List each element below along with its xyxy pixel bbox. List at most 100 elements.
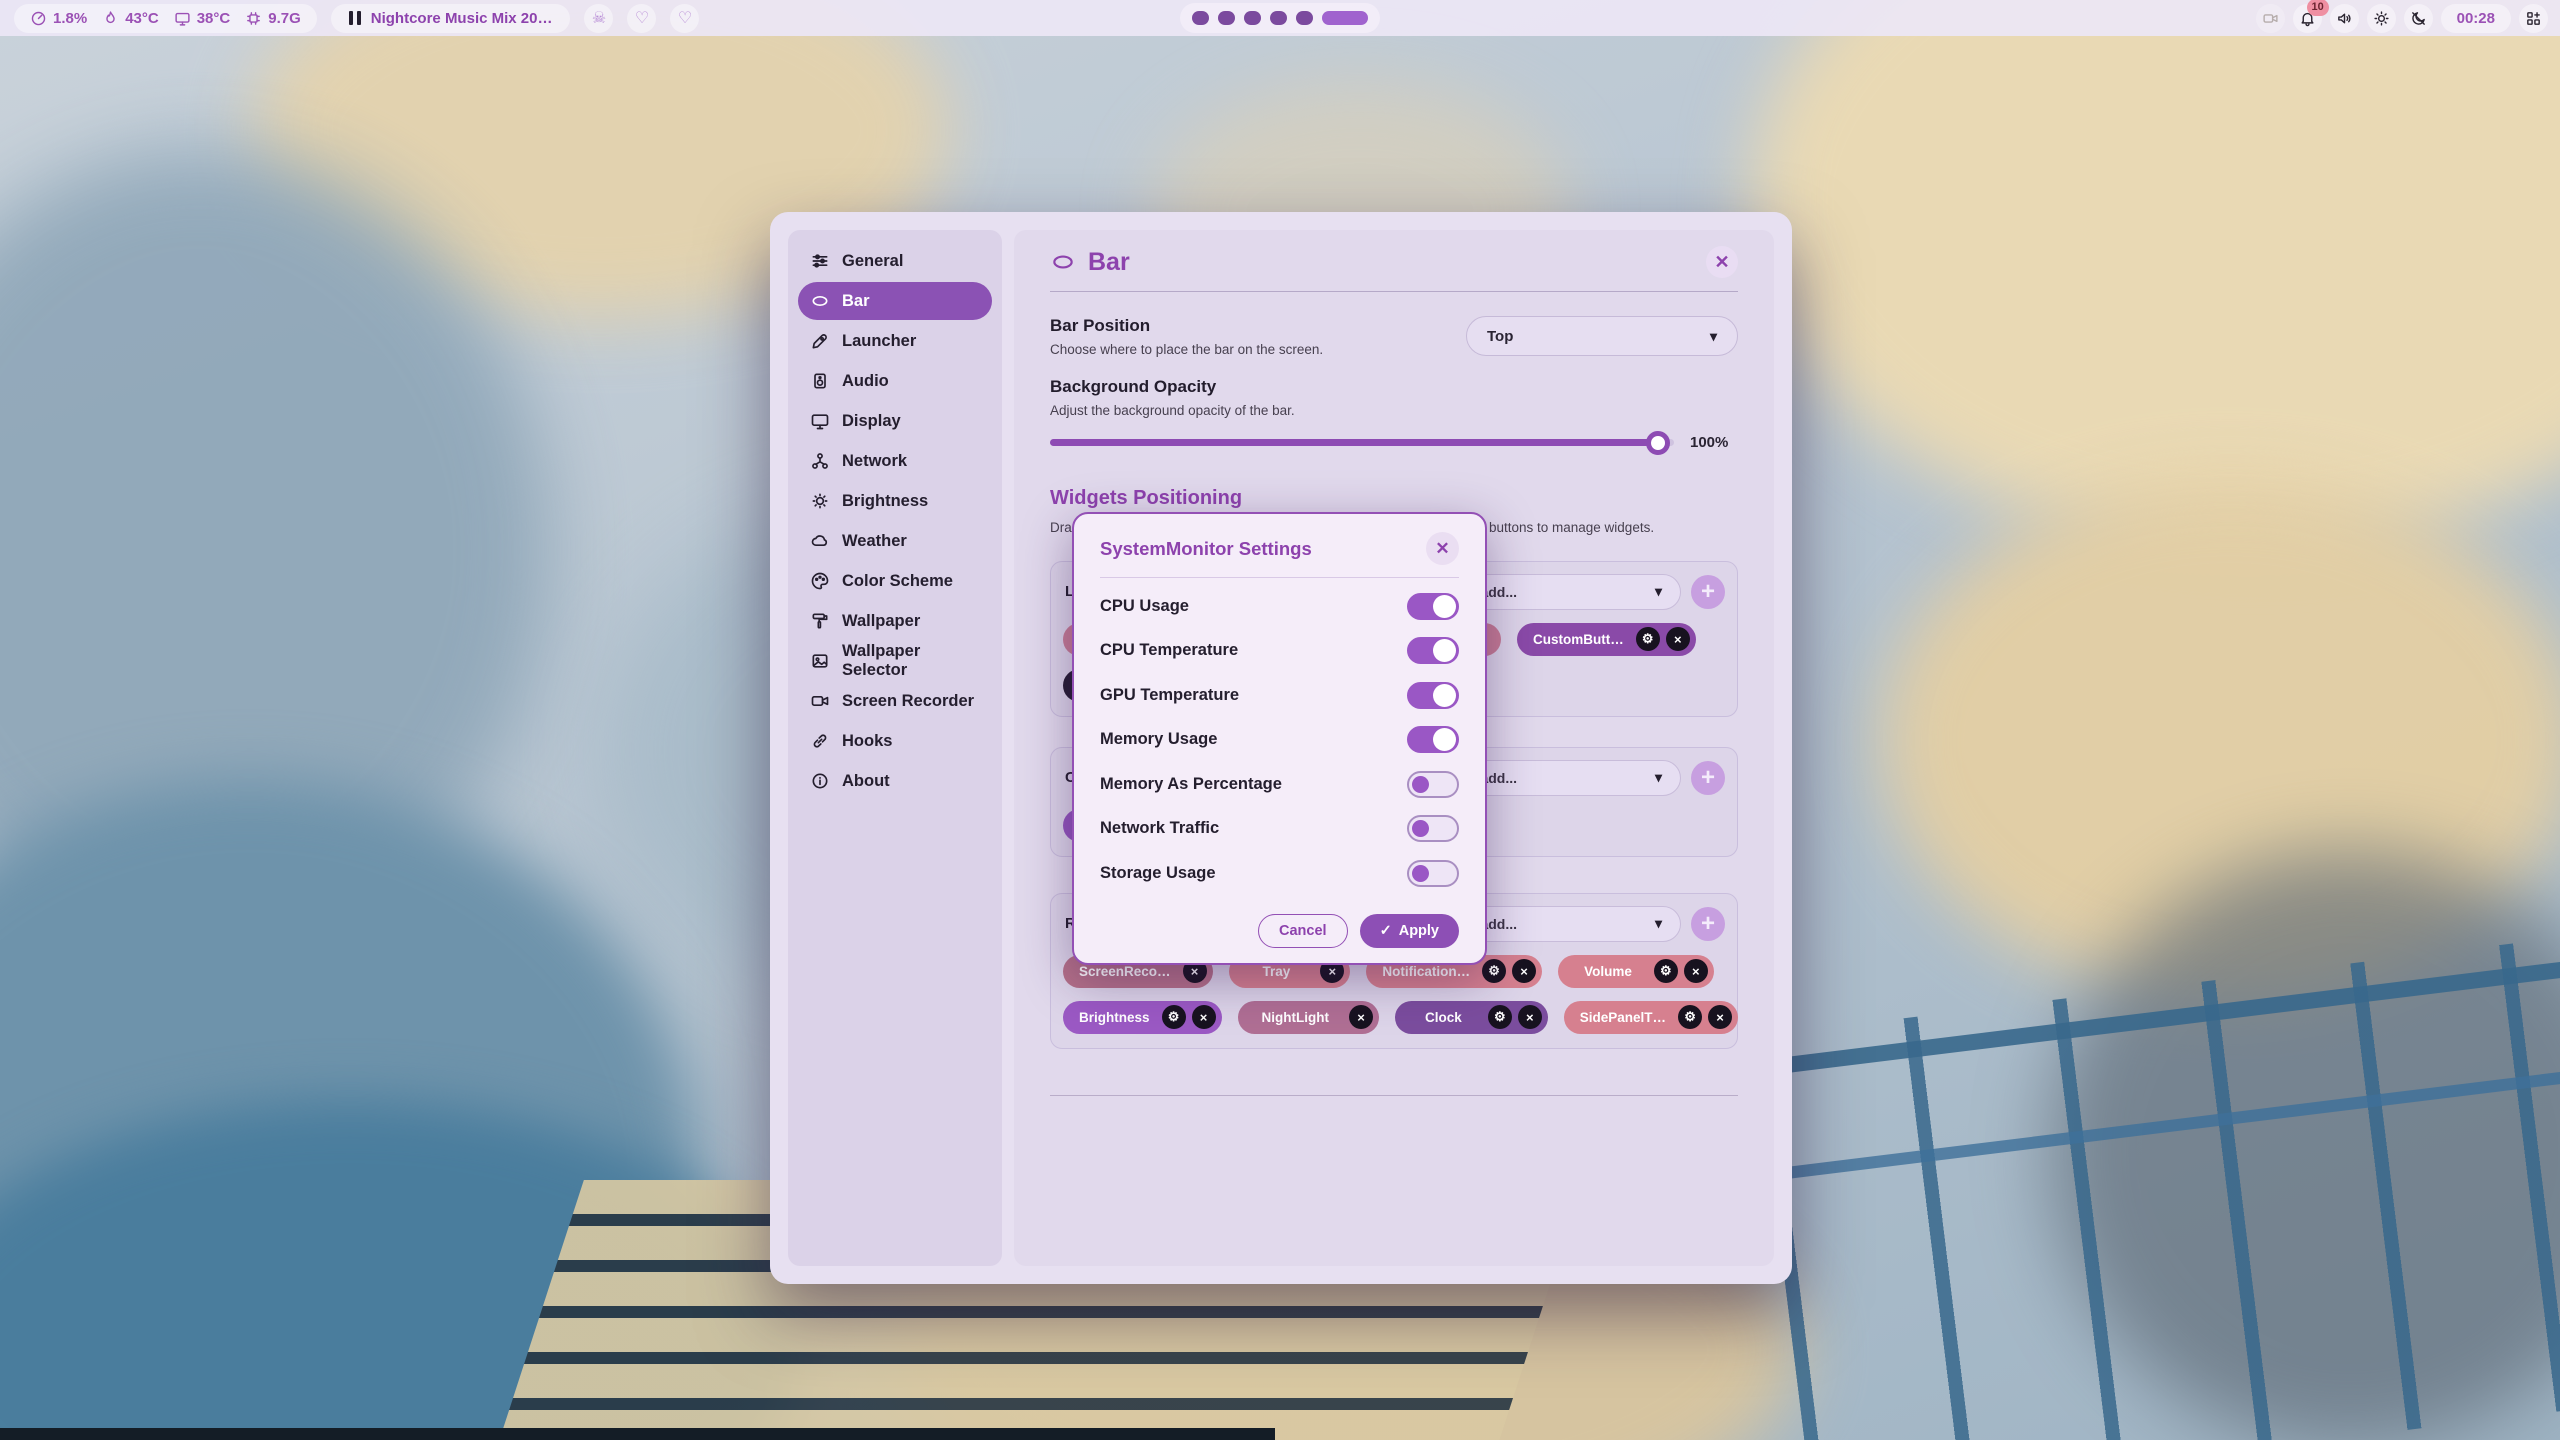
close-icon[interactable]: ×	[1192, 1005, 1216, 1029]
toggle-row-cpu-usage: CPU Usage	[1100, 584, 1459, 629]
workspace-dot[interactable]	[1296, 11, 1313, 25]
gear-icon[interactable]: ⚙	[1482, 959, 1506, 983]
toggle-row-memory-usage: Memory Usage	[1100, 718, 1459, 763]
sidebar-item-bar[interactable]: Bar	[798, 282, 992, 320]
gear-icon[interactable]: ⚙	[1678, 1005, 1702, 1029]
memory-stat: 9.7G	[245, 10, 301, 27]
toggle-row-storage-usage: Storage Usage	[1100, 851, 1459, 896]
close-icon[interactable]: ×	[1684, 959, 1708, 983]
cpu-temp-stat: 43°C	[102, 10, 159, 27]
background-opacity-label: Background Opacity	[1050, 377, 1295, 397]
cancel-button[interactable]: Cancel	[1258, 914, 1348, 948]
page-title: Bar	[1050, 248, 1130, 277]
image-icon	[810, 651, 830, 671]
wallpaper-shadow	[0, 1428, 1275, 1440]
sidebar-item-wallpaper-selector[interactable]: Wallpaper Selector	[798, 642, 992, 680]
monitor-icon	[810, 411, 830, 431]
video-camera-icon	[2262, 10, 2279, 27]
close-icon[interactable]: ×	[1518, 1005, 1542, 1029]
sidebar-item-display[interactable]: Display	[798, 402, 992, 440]
close-icon[interactable]: ×	[1666, 627, 1690, 651]
notifications-button[interactable]: 10	[2293, 4, 2322, 33]
heart-icon[interactable]: ♡	[670, 4, 699, 33]
sidebar-item-screen-recorder[interactable]: Screen Recorder	[798, 682, 992, 720]
modal-title: SystemMonitor Settings	[1100, 538, 1312, 560]
volume-button[interactable]	[2330, 4, 2359, 33]
memory-as-percentage-toggle[interactable]	[1407, 771, 1459, 798]
chevron-down-icon: ▾	[1710, 328, 1717, 345]
media-title: Nightcore Music Mix 20…	[371, 10, 553, 27]
pause-icon	[349, 11, 361, 25]
widget-chip-nightlight[interactable]: NightLight ×	[1238, 1001, 1379, 1034]
widget-chip-sidepaneltoggle[interactable]: SidePanelT… ⚙ ×	[1564, 1001, 1738, 1034]
window-close-button[interactable]: ✕	[1706, 246, 1738, 278]
widget-chip-custombutton[interactable]: CustomButt… ⚙ ×	[1517, 623, 1696, 656]
chevron-down-icon: ▾	[1655, 769, 1662, 786]
sidebar-item-launcher[interactable]: Launcher	[798, 322, 992, 360]
heart-icon[interactable]: ♡	[627, 4, 656, 33]
link-icon	[810, 731, 830, 751]
slider-knob[interactable]	[1646, 431, 1670, 455]
left-add-widget-button[interactable]: +	[1691, 575, 1725, 609]
skull-icon[interactable]: ☠	[584, 4, 613, 33]
gear-icon[interactable]: ⚙	[1636, 627, 1660, 651]
sidebar-item-color-scheme[interactable]: Color Scheme	[798, 562, 992, 600]
storage-usage-toggle[interactable]	[1407, 860, 1459, 887]
clock[interactable]: 00:28	[2441, 4, 2511, 33]
close-icon[interactable]: ×	[1349, 1005, 1373, 1029]
brightness-button[interactable]	[2367, 4, 2396, 33]
wallpaper-railing	[1755, 927, 2560, 1440]
bar-position-dropdown[interactable]: Top ▾	[1466, 316, 1738, 356]
gear-icon[interactable]: ⚙	[1488, 1005, 1512, 1029]
widget-chip-brightness[interactable]: Brightness ⚙ ×	[1063, 1001, 1222, 1034]
workspace-dot[interactable]	[1218, 11, 1235, 25]
side-panel-button[interactable]	[2519, 4, 2548, 33]
workspace-dot[interactable]	[1244, 11, 1261, 25]
right-add-widget-button[interactable]: +	[1691, 907, 1725, 941]
network-icon	[810, 451, 830, 471]
opacity-slider[interactable]	[1050, 439, 1674, 446]
sidebar-item-general[interactable]: General	[798, 242, 992, 280]
cpu-temperature-toggle[interactable]	[1407, 637, 1459, 664]
cpu-usage-stat: 1.8%	[30, 10, 87, 27]
apply-button[interactable]: ✓Apply	[1360, 914, 1459, 948]
grid-plus-icon	[2525, 10, 2542, 27]
center-add-widget-button[interactable]: +	[1691, 761, 1725, 795]
rocket-icon	[810, 331, 830, 351]
workspace-active-dot[interactable]	[1322, 11, 1368, 25]
sidebar-item-about[interactable]: About	[798, 762, 992, 800]
widget-chip-volume[interactable]: Volume ⚙ ×	[1558, 955, 1714, 988]
gpu-temperature-toggle[interactable]	[1407, 682, 1459, 709]
modal-close-button[interactable]: ✕	[1426, 532, 1459, 565]
notification-badge: 10	[2307, 0, 2329, 16]
screen-record-button[interactable]	[2256, 4, 2285, 33]
workspace-dot[interactable]	[1192, 11, 1209, 25]
sidebar-item-brightness[interactable]: Brightness	[798, 482, 992, 520]
sidebar-item-hooks[interactable]: Hooks	[798, 722, 992, 760]
check-icon: ✓	[1380, 923, 1392, 939]
sidebar-item-audio[interactable]: Audio	[798, 362, 992, 400]
memory-usage-toggle[interactable]	[1407, 726, 1459, 753]
widget-chip-clock[interactable]: Clock ⚙ ×	[1395, 1001, 1548, 1034]
media-player-pill[interactable]: Nightcore Music Mix 20…	[331, 4, 571, 33]
moon-slash-icon	[2410, 10, 2427, 27]
network-traffic-toggle[interactable]	[1407, 815, 1459, 842]
cpu-usage-toggle[interactable]	[1407, 593, 1459, 620]
system-stats-pill[interactable]: 1.8% 43°C 38°C 9.7G	[14, 4, 317, 33]
close-icon[interactable]: ×	[1708, 1005, 1732, 1029]
background-opacity-description: Adjust the background opacity of the bar…	[1050, 403, 1295, 418]
gear-icon[interactable]: ⚙	[1162, 1005, 1186, 1029]
workspace-dot[interactable]	[1270, 11, 1287, 25]
toggle-row-memory-as-percentage: Memory As Percentage	[1100, 762, 1459, 807]
night-light-button[interactable]	[2404, 4, 2433, 33]
sidebar-item-network[interactable]: Network	[798, 442, 992, 480]
sidebar-item-weather[interactable]: Weather	[798, 522, 992, 560]
wallpaper-foliage	[1750, 0, 2560, 550]
sidebar-item-wallpaper[interactable]: Wallpaper	[798, 602, 992, 640]
gear-icon[interactable]: ⚙	[1654, 959, 1678, 983]
pill-icon	[1050, 249, 1076, 275]
palette-icon	[810, 571, 830, 591]
close-icon[interactable]: ×	[1512, 959, 1536, 983]
workspace-indicator[interactable]	[1180, 3, 1380, 33]
sliders-icon	[810, 251, 830, 271]
